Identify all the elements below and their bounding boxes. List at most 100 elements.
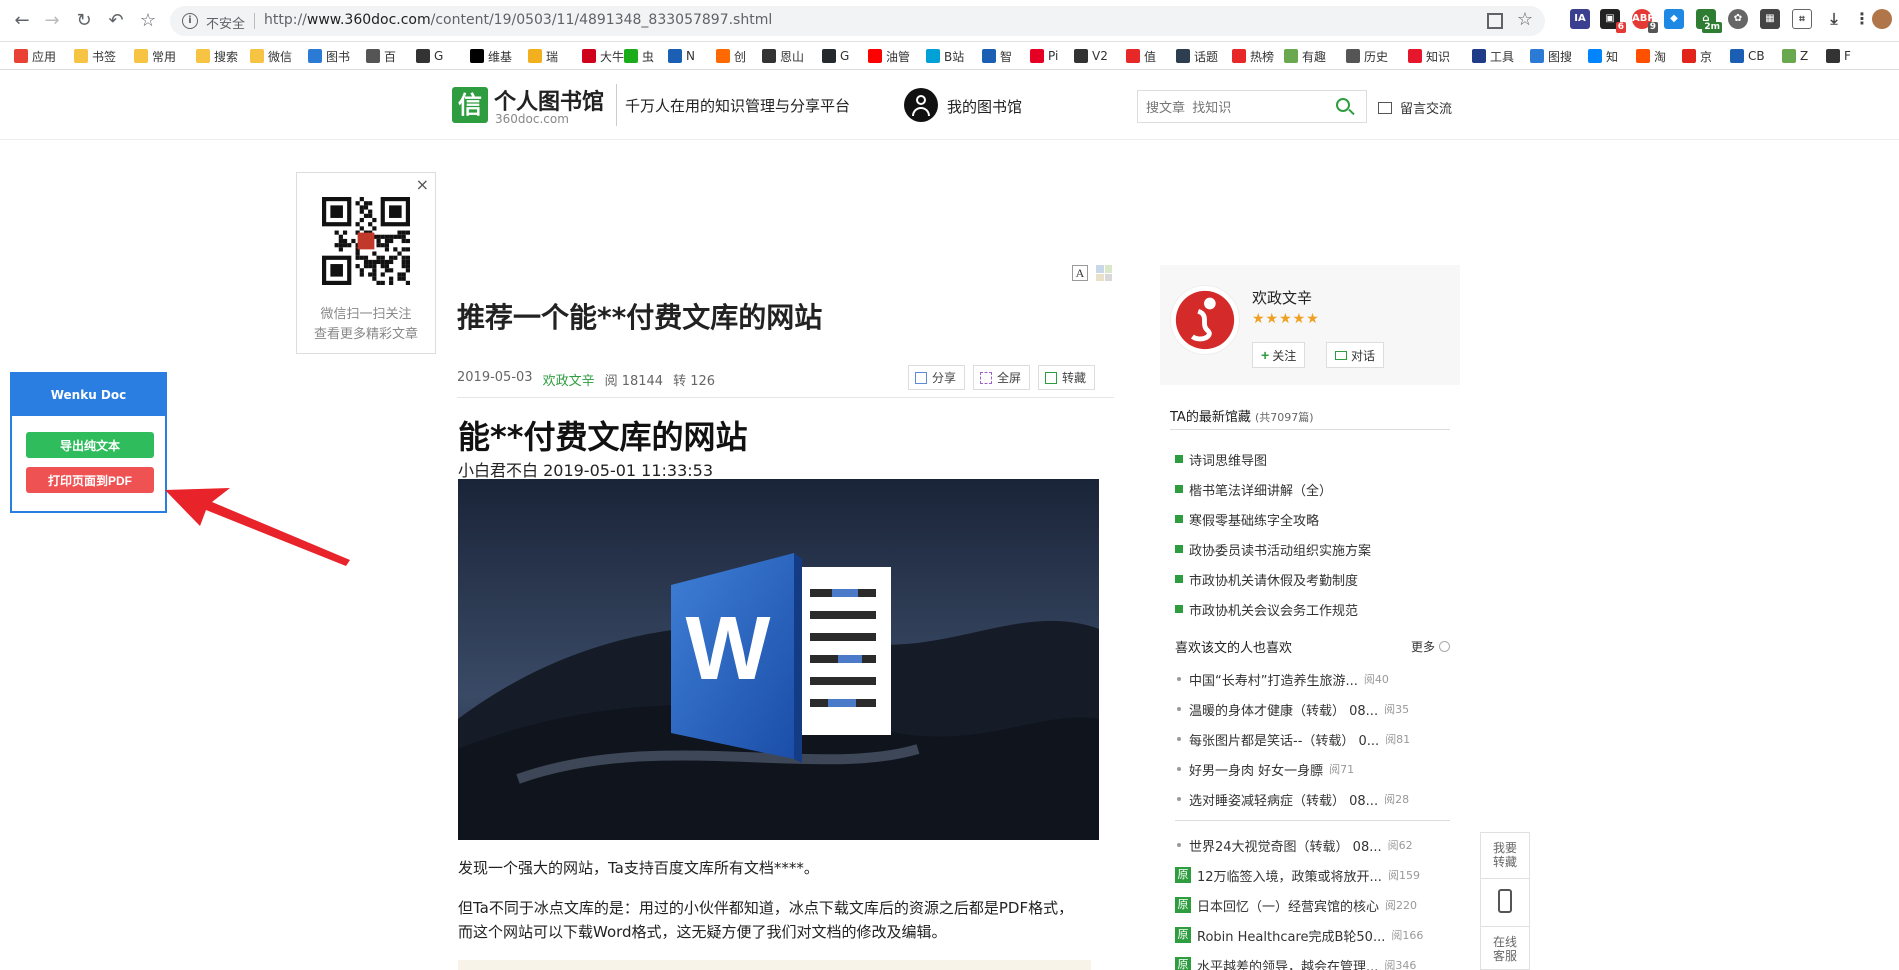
extension-icon[interactable]: ◆ bbox=[1664, 9, 1684, 29]
bookmark-item[interactable]: 工具 bbox=[1472, 46, 1514, 66]
latest-item[interactable]: 楷书笔法详细讲解（全） bbox=[1175, 474, 1371, 504]
bookmark-item[interactable]: 知识 bbox=[1408, 46, 1450, 66]
site-info-icon[interactable]: i bbox=[182, 13, 198, 29]
fullscreen-button[interactable]: 全屏 bbox=[973, 365, 1031, 390]
collect-button[interactable]: 转藏 bbox=[1038, 365, 1096, 390]
online-service-tool[interactable]: 在线客服 bbox=[1481, 927, 1529, 970]
mobile-tool[interactable] bbox=[1481, 879, 1529, 927]
extension-icon[interactable]: ✿ bbox=[1728, 9, 1748, 29]
follow-button[interactable]: + 关注 bbox=[1252, 342, 1306, 368]
author-avatar[interactable] bbox=[1170, 285, 1240, 355]
bookmark-item[interactable]: 常用 bbox=[134, 46, 176, 66]
download-icon[interactable]: ⤓ bbox=[1824, 9, 1844, 29]
address-bar[interactable]: i 不安全 http://www.360doc.com/content/19/0… bbox=[170, 6, 1545, 36]
font-size-button[interactable]: A bbox=[1072, 265, 1088, 281]
bookmark-item[interactable]: 应用 bbox=[14, 46, 56, 66]
user-avatar-icon[interactable] bbox=[904, 88, 938, 122]
extension-icon[interactable]: ▦ bbox=[1760, 9, 1780, 29]
bookmark-item[interactable]: Z bbox=[1782, 46, 1808, 66]
bookmark-item[interactable]: 虫 bbox=[624, 46, 654, 66]
export-text-button[interactable]: 导出纯文本 bbox=[26, 432, 154, 458]
latest-item[interactable]: 政协委员读书活动组织实施方案 bbox=[1175, 534, 1371, 564]
crop-icon[interactable]: ⌗ bbox=[1792, 9, 1812, 29]
related-article-item[interactable]: 原水平越差的领导，越会在管理... 阅346 bbox=[1175, 950, 1455, 970]
url-text[interactable]: http://www.360doc.com/content/19/0503/11… bbox=[264, 12, 772, 28]
search-icon[interactable] bbox=[1336, 98, 1350, 112]
bookmark-item[interactable]: 油管 bbox=[868, 46, 910, 66]
ia-extension-icon[interactable]: IA bbox=[1570, 9, 1590, 29]
close-icon[interactable]: × bbox=[416, 175, 429, 194]
bookmark-item[interactable]: 智 bbox=[982, 46, 1012, 66]
latest-item[interactable]: 诗词思维导图 bbox=[1175, 444, 1371, 474]
bookmark-item[interactable]: G bbox=[822, 46, 849, 66]
bookmark-item[interactable]: Pi bbox=[1030, 46, 1058, 66]
bookmark-star-icon[interactable]: ☆ bbox=[1517, 9, 1533, 30]
related-article-item[interactable]: 温暖的身体才健康（转载） 08... 阅35 bbox=[1175, 694, 1455, 724]
profile-avatar[interactable] bbox=[1872, 9, 1892, 29]
abp-extension-icon[interactable]: ABP 9 bbox=[1632, 9, 1658, 33]
bookmark-item[interactable]: 有趣 bbox=[1284, 46, 1326, 66]
search-box[interactable] bbox=[1137, 90, 1367, 123]
bookmark-item[interactable]: 微信 bbox=[250, 46, 292, 66]
related-article-item[interactable]: 选对睡姿减轻病症（转载） 08... 阅28 bbox=[1175, 784, 1455, 814]
related-article-item[interactable]: 每张图片都是笑话--（转载） 0... 阅81 bbox=[1175, 724, 1455, 754]
author-name[interactable]: 欢政文辛 bbox=[1252, 287, 1312, 308]
bookmark-item[interactable]: 图书 bbox=[308, 46, 350, 66]
bookmark-item[interactable]: 百 bbox=[366, 46, 396, 66]
bookmark-item[interactable]: 值 bbox=[1126, 46, 1156, 66]
bookmark-item[interactable]: 创 bbox=[716, 46, 746, 66]
chat-icon bbox=[1335, 350, 1347, 360]
bookmark-item[interactable]: 京 bbox=[1682, 46, 1712, 66]
reload-icon[interactable]: ↻ bbox=[72, 9, 96, 33]
message-link[interactable]: 留言交流 bbox=[1378, 98, 1452, 117]
bookmark-item[interactable]: 淘 bbox=[1636, 46, 1666, 66]
bookmark-item[interactable]: F bbox=[1826, 46, 1851, 66]
related-article-item[interactable]: 好男一身肉 好女一身膘 阅71 bbox=[1175, 754, 1455, 784]
extension-icon[interactable]: ▣ 6 bbox=[1600, 9, 1626, 33]
latest-item[interactable]: 寒假零基础练字全攻略 bbox=[1175, 504, 1371, 534]
latest-item[interactable]: 市政协机关会议会务工作规范 bbox=[1175, 594, 1371, 624]
bookmark-item[interactable]: 维基 bbox=[470, 46, 512, 66]
bookmark-item[interactable]: 瑞 bbox=[528, 46, 558, 66]
print-pdf-button[interactable]: 打印页面到PDF bbox=[26, 467, 154, 493]
bookmark-item[interactable]: 历史 bbox=[1346, 46, 1388, 66]
bookmark-item[interactable]: N bbox=[668, 46, 695, 66]
extension-badge: 2m bbox=[1702, 22, 1722, 33]
forward-icon[interactable]: → bbox=[40, 9, 64, 33]
menu-icon[interactable]: ⋮ bbox=[1852, 9, 1872, 29]
extension-icon[interactable]: ⌂ 2m bbox=[1696, 9, 1722, 33]
related-article-item[interactable]: 原 12万临签入境，政策或将放开... 阅159 bbox=[1175, 860, 1455, 890]
related-article-item[interactable]: 世界24大视觉奇图（转载） 08... 阅62 bbox=[1175, 830, 1455, 860]
latest-item[interactable]: 市政协机关请休假及考勤制度 bbox=[1175, 564, 1371, 594]
share-button[interactable]: 分享 bbox=[908, 365, 966, 390]
related-article-item[interactable]: 原 Robin Healthcare完成B轮50... 阅166 bbox=[1175, 920, 1455, 950]
bookmark-item[interactable]: 大牛 bbox=[582, 46, 624, 66]
back-icon[interactable]: ← bbox=[10, 9, 34, 33]
related-article-item[interactable]: 原日本回忆（一）经营宾馆的核心 阅220 bbox=[1175, 890, 1455, 920]
chat-button[interactable]: 对话 bbox=[1326, 342, 1385, 368]
search-input[interactable] bbox=[1146, 98, 1326, 116]
bookmark-item[interactable]: CB bbox=[1730, 46, 1765, 66]
bookmark-item[interactable]: 搜索 bbox=[196, 46, 238, 66]
bookmark-item[interactable]: B站 bbox=[926, 46, 964, 66]
repost-tool[interactable]: 我要转藏 bbox=[1481, 833, 1529, 879]
article-author-link[interactable]: 欢政文辛 bbox=[543, 370, 595, 389]
logo-icon[interactable]: 信 bbox=[452, 87, 488, 123]
bookmark-item[interactable]: 书签 bbox=[74, 46, 116, 66]
related-article-item[interactable]: 中国“长寿村”打造养生旅游... 阅40 bbox=[1175, 664, 1455, 694]
insecure-label: 不安全 bbox=[206, 17, 246, 32]
bookmark-item[interactable]: 图搜 bbox=[1530, 46, 1572, 66]
bookmark-item[interactable]: G bbox=[416, 46, 443, 66]
bookmark-item[interactable]: 话题 bbox=[1176, 46, 1218, 66]
theme-color-icon[interactable] bbox=[1096, 265, 1112, 281]
bookmark-item[interactable]: 热榜 bbox=[1232, 46, 1274, 66]
bookmark-item[interactable]: V2 bbox=[1074, 46, 1108, 66]
my-library-link[interactable]: 我的图书馆 bbox=[947, 96, 1022, 117]
undo-icon[interactable]: ↶ bbox=[104, 9, 128, 33]
bookmark-item[interactable]: 恩山 bbox=[762, 46, 804, 66]
more-link[interactable]: 更多 bbox=[1411, 638, 1450, 655]
star-bookmark-icon[interactable]: ☆ bbox=[136, 9, 160, 33]
apps-grid-icon bbox=[14, 49, 28, 63]
bookmark-item[interactable]: 知 bbox=[1588, 46, 1618, 66]
qr-code-icon[interactable] bbox=[1487, 13, 1503, 29]
